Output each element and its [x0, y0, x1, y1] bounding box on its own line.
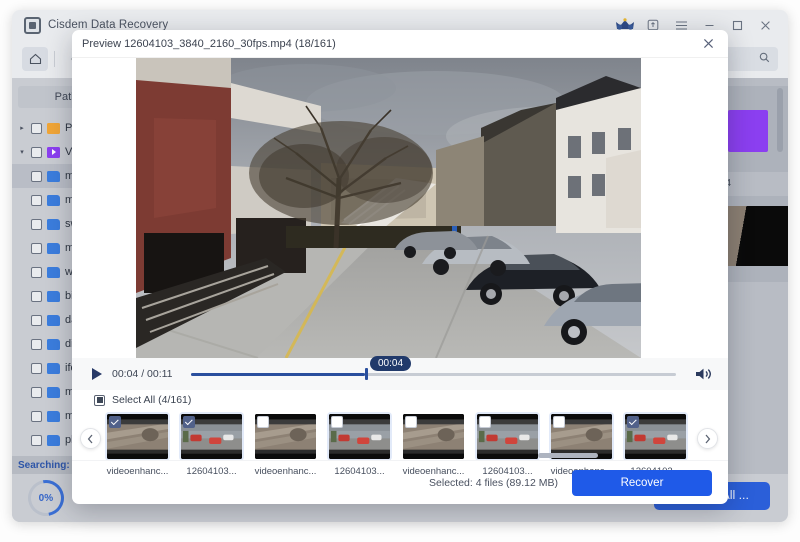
- tree-checkbox[interactable]: [31, 194, 42, 206]
- dialog-footer: Selected: 4 files (89.12 MB) Recover: [72, 460, 728, 504]
- close-icon[interactable]: [698, 34, 718, 54]
- select-all-row[interactable]: Select All (4/161): [72, 390, 728, 410]
- tree-checkbox[interactable]: [31, 170, 42, 182]
- volume-icon[interactable]: [692, 363, 714, 385]
- folder-icon: [47, 266, 60, 278]
- tree-checkbox[interactable]: [31, 338, 42, 350]
- tree-checkbox[interactable]: [31, 266, 42, 278]
- thumbnail-checkbox[interactable]: [405, 416, 417, 428]
- pictures-icon: [47, 122, 60, 134]
- file-thumbnail-video-icon: [728, 110, 768, 152]
- progress-percent: 0%: [38, 492, 54, 504]
- thumbnail-checkbox[interactable]: [183, 416, 195, 428]
- folder-icon: [47, 386, 60, 398]
- thumbnail-checkbox[interactable]: [257, 416, 269, 428]
- close-button[interactable]: [752, 13, 778, 37]
- select-all-checkbox[interactable]: [94, 394, 105, 406]
- scrollbar-thumb[interactable]: [538, 453, 598, 458]
- tree-checkbox[interactable]: [31, 218, 42, 230]
- home-icon[interactable]: [22, 47, 48, 71]
- tree-checkbox[interactable]: [31, 122, 42, 134]
- seek-bar[interactable]: [190, 368, 676, 380]
- seek-handle[interactable]: [365, 368, 369, 380]
- seek-tooltip: 00:04: [370, 356, 412, 371]
- video-icon: [47, 146, 60, 158]
- tree-checkbox[interactable]: [31, 242, 42, 254]
- progress-ring: 0%: [20, 472, 72, 522]
- time-display: 00:04 / 00:11: [112, 368, 173, 380]
- play-icon[interactable]: [86, 363, 108, 385]
- folder-icon: [47, 170, 60, 182]
- tree-checkbox[interactable]: [31, 314, 42, 326]
- collapse-arrow-icon[interactable]: ▾: [18, 148, 26, 156]
- tree-checkbox[interactable]: [31, 146, 42, 158]
- select-all-label: Select All (4/161): [112, 394, 192, 406]
- tree-checkbox[interactable]: [31, 410, 42, 422]
- app-logo-icon: [24, 16, 41, 34]
- expand-arrow-icon[interactable]: ▸: [18, 124, 26, 132]
- thumbnail-checkbox[interactable]: [479, 416, 491, 428]
- maximize-button[interactable]: [724, 13, 750, 37]
- tree-checkbox[interactable]: [31, 290, 42, 302]
- folder-icon: [47, 434, 60, 446]
- folder-icon: [47, 362, 60, 374]
- folder-icon: [47, 194, 60, 206]
- folder-icon: [47, 338, 60, 350]
- tree-checkbox[interactable]: [31, 434, 42, 446]
- folder-icon: [47, 218, 60, 230]
- dialog-header: Preview 12604103_3840_2160_30fps.mp4 (18…: [72, 30, 728, 58]
- folder-icon: [47, 242, 60, 254]
- chevron-left-icon[interactable]: [80, 428, 101, 449]
- horizontal-scrollbar[interactable]: [72, 451, 728, 460]
- seek-progress: [190, 372, 366, 376]
- thumbnail-checkbox[interactable]: [627, 416, 639, 428]
- dialog-title: Preview 12604103_3840_2160_30fps.mp4 (18…: [82, 37, 336, 50]
- preview-dialog: Preview 12604103_3840_2160_30fps.mp4 (18…: [72, 30, 728, 504]
- selected-info: Selected: 4 files (89.12 MB): [429, 476, 558, 489]
- tree-checkbox[interactable]: [31, 362, 42, 374]
- search-icon: [759, 52, 770, 66]
- chevron-right-icon[interactable]: [697, 428, 718, 449]
- toolbar-divider: [54, 51, 55, 67]
- folder-icon: [47, 410, 60, 422]
- screenshot-root: Cisdem Data Recovery Path ▸ ▾ ifo Search…: [0, 0, 800, 542]
- recover-button[interactable]: Recover: [572, 469, 712, 496]
- tree-checkbox[interactable]: [31, 386, 42, 398]
- folder-icon: [47, 290, 60, 302]
- thumbnail-checkbox[interactable]: [553, 416, 565, 428]
- thumbnail-checkbox[interactable]: [109, 416, 121, 428]
- vertical-scrollbar[interactable]: [777, 88, 783, 152]
- video-frame: [136, 58, 641, 358]
- video-preview[interactable]: [136, 58, 641, 358]
- folder-icon: [47, 314, 60, 326]
- thumbnail-checkbox[interactable]: [331, 416, 343, 428]
